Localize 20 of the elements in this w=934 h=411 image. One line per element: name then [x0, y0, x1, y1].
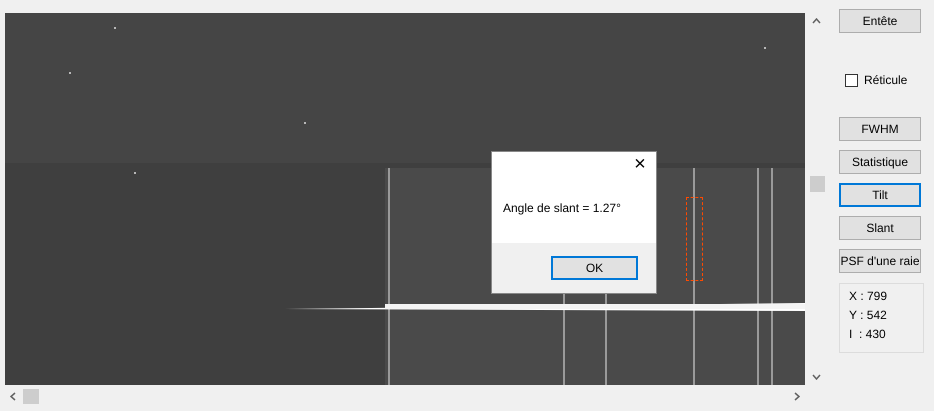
toolbar-button[interactable]: Entête — [839, 9, 921, 33]
scroll-right-icon[interactable] — [794, 392, 800, 401]
scroll-up-icon[interactable] — [812, 18, 821, 24]
ok-button[interactable]: OK — [551, 256, 638, 280]
checkbox-label: Réticule — [864, 72, 908, 89]
toolbar-button[interactable]: FWHM — [839, 117, 921, 141]
toolbar-button[interactable]: Statistique — [839, 150, 921, 174]
scroll-left-icon[interactable] — [10, 392, 16, 401]
toolbar-button[interactable]: Tilt — [839, 183, 921, 207]
toolbar-button[interactable]: PSF d'une raie — [839, 249, 921, 273]
close-button[interactable]: × — [630, 154, 650, 174]
reticle-checkbox[interactable] — [845, 74, 858, 86]
readout-text: X : 799 — [849, 289, 888, 304]
scrollbar-thumb[interactable] — [810, 176, 825, 192]
readout-text: I : 430 — [849, 327, 887, 342]
toolbar-button[interactable]: Slant — [839, 216, 921, 240]
scroll-down-icon[interactable] — [812, 374, 821, 380]
readout-text: Y : 542 — [849, 308, 888, 323]
dialog-message: Angle de slant = 1.27° — [503, 201, 621, 215]
scrollbar-thumb[interactable] — [23, 389, 39, 404]
